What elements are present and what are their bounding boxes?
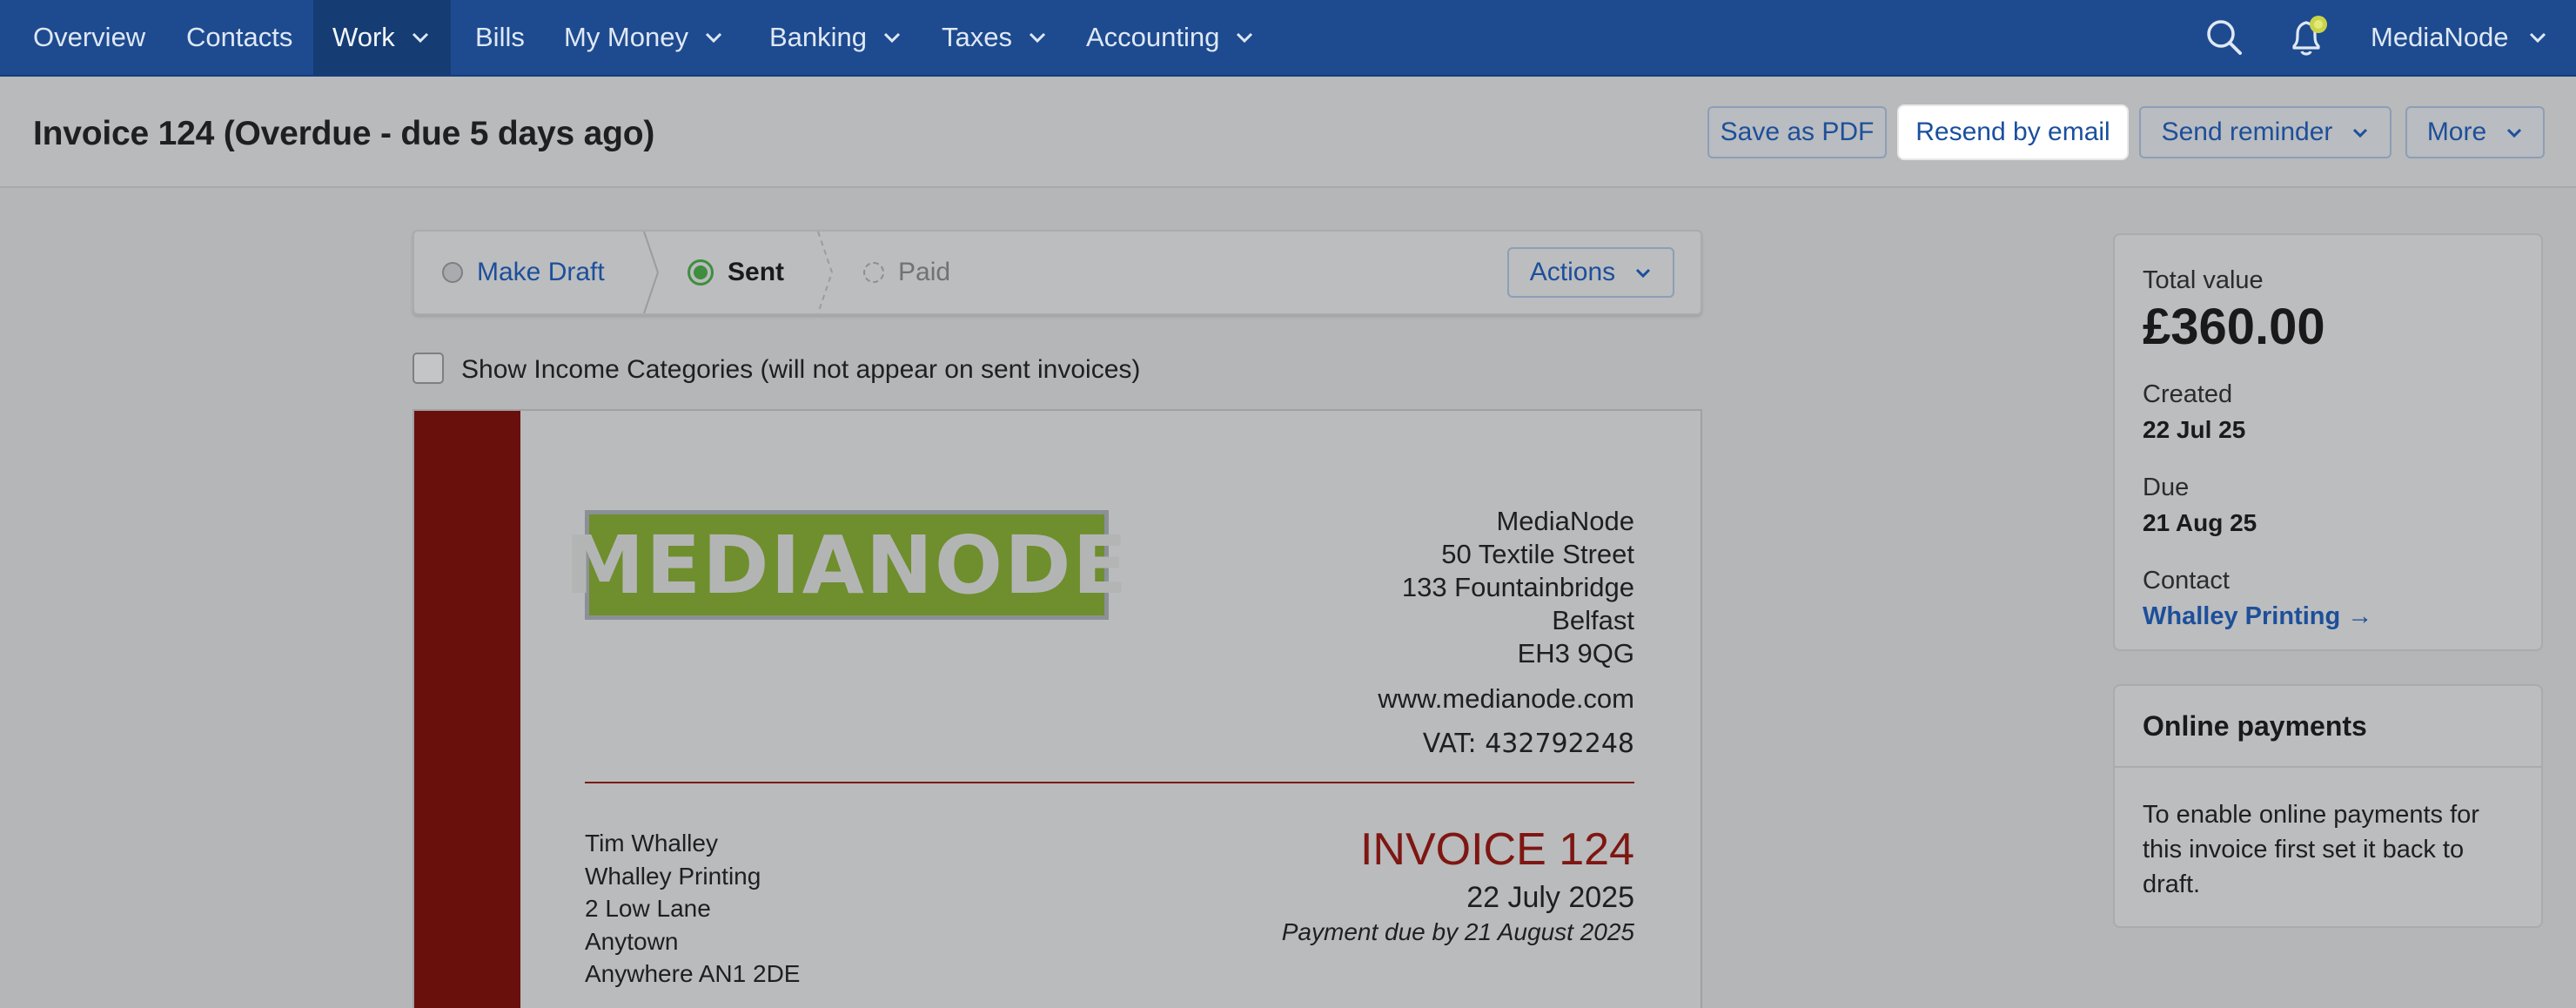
chevron-down-icon — [2351, 127, 2369, 138]
nav-overview[interactable]: Overview — [33, 0, 145, 75]
bell-icon[interactable] — [2287, 0, 2331, 75]
radio-empty-icon — [442, 262, 463, 283]
nav-accounting-label: Accounting — [1086, 22, 1220, 52]
company-logo-text: MEDIANODE — [564, 518, 1130, 612]
due-value: 21 Aug 25 — [2143, 509, 2257, 536]
step-sent-label: Sent — [728, 258, 785, 286]
created-value: 22 Jul 25 — [2143, 416, 2246, 443]
nav-bills-label: Bills — [475, 22, 525, 52]
user-menu[interactable]: MediaNode — [2371, 0, 2547, 75]
chevron-down-icon — [1235, 28, 1254, 47]
company-logo: MEDIANODE — [565, 510, 1127, 620]
created-label: Created — [2143, 380, 2233, 408]
due-label: Due — [2143, 474, 2190, 501]
step-make-draft-label: Make Draft — [477, 258, 605, 286]
nav-my-money[interactable]: My Money — [564, 0, 723, 75]
invoice-meta: INVOICE 124 22 July 2025 Payment due by … — [1282, 823, 1634, 947]
send-reminder-label: Send reminder — [2161, 118, 2333, 146]
resend-by-email-button[interactable]: Resend by email — [1899, 106, 2127, 158]
user-menu-label: MediaNode — [2371, 22, 2509, 52]
sender-postcode: EH3 9QG — [1517, 638, 1634, 669]
nav-contacts[interactable]: Contacts — [186, 0, 292, 75]
page-title: Invoice 124 (Overdue - due 5 days ago) — [33, 115, 655, 152]
radio-dashed-icon — [863, 262, 884, 283]
show-income-categories-label: Show Income Categories (will not appear … — [461, 355, 1141, 384]
nav-accounting[interactable]: Accounting — [1086, 0, 1254, 75]
invoice-status-bar: Make Draft Sent Paid Actions — [413, 230, 1702, 315]
sender-area: 133 Fountainbridge — [1401, 572, 1634, 602]
online-payments-panel: Online payments To enable online payment… — [2113, 684, 2543, 928]
invoice-preview: MEDIANODE MediaNode 50 Textile Street 13… — [413, 409, 1702, 1008]
show-income-categories-row: Show Income Categories (will not appear … — [413, 353, 1141, 385]
invoice-divider — [585, 782, 1634, 783]
step-paid: Paid — [863, 232, 950, 313]
show-income-categories-checkbox[interactable] — [413, 353, 444, 384]
nav-contacts-label: Contacts — [186, 22, 293, 52]
sender-city: Belfast — [1552, 605, 1634, 635]
radio-selected-icon — [688, 259, 714, 286]
total-value: £360.00 — [2143, 299, 2325, 355]
recipient-town: Anytown — [585, 927, 679, 955]
recipient-address: Tim Whalley Whalley Printing 2 Low Lane … — [585, 827, 800, 991]
contact-label: Contact — [2143, 567, 2230, 595]
invoice-number: INVOICE 124 — [1359, 824, 1634, 875]
sender-address: MediaNode 50 Textile Street 133 Fountain… — [1378, 505, 1634, 761]
nav-banking[interactable]: Banking — [769, 0, 902, 75]
more-label: More — [2426, 118, 2487, 146]
invoice-summary-panel: Total value £360.00 Created 22 Jul 25 Du… — [2113, 233, 2543, 651]
chevron-down-icon — [882, 28, 902, 47]
nav-work[interactable]: Work — [313, 0, 451, 75]
online-payments-text: To enable online payments for this invoi… — [2143, 801, 2479, 898]
nav-taxes[interactable]: Taxes — [942, 0, 1047, 75]
contact-link[interactable]: Whalley Printing → — [2143, 602, 2513, 631]
nav-work-label: Work — [332, 22, 395, 52]
chevron-down-icon — [2506, 127, 2523, 138]
step-paid-label: Paid — [898, 258, 951, 286]
nav-banking-label: Banking — [769, 22, 868, 52]
step-sent: Sent — [688, 232, 784, 313]
top-navigation: Overview Contacts Work Bills My Money Ba… — [0, 0, 2576, 77]
recipient-region: Anywhere AN1 2DE — [585, 960, 801, 987]
total-value-label: Total value — [2143, 266, 2264, 294]
chevron-down-icon — [411, 28, 430, 47]
nav-taxes-label: Taxes — [942, 22, 1012, 52]
search-icon[interactable] — [2205, 0, 2244, 75]
chevron-down-icon — [1028, 28, 1047, 47]
save-as-pdf-label: Save as PDF — [1720, 118, 1875, 146]
sender-street: 50 Textile Street — [1441, 539, 1634, 569]
chevron-down-icon — [1634, 267, 1652, 279]
nav-bills[interactable]: Bills — [475, 0, 525, 75]
recipient-street: 2 Low Lane — [585, 895, 711, 922]
save-as-pdf-button[interactable]: Save as PDF — [1707, 106, 1887, 158]
invoice-due-note: Payment due by 21 August 2025 — [1281, 918, 1634, 945]
invoice-date: 22 July 2025 — [1466, 881, 1634, 914]
online-payments-title: Online payments — [2115, 686, 2541, 768]
sender-vat: VAT: 432792248 — [1422, 729, 1634, 759]
invoice-accent-stripe — [414, 411, 520, 1008]
resend-by-email-label: Resend by email — [1915, 118, 2110, 146]
step-make-draft[interactable]: Make Draft — [442, 232, 605, 313]
sender-website: www.medianode.com — [1378, 683, 1634, 714]
actions-button[interactable]: Actions — [1507, 247, 1674, 298]
recipient-company: Whalley Printing — [585, 862, 761, 890]
actions-label: Actions — [1529, 258, 1616, 286]
chevron-down-icon — [2528, 31, 2547, 44]
sender-name: MediaNode — [1496, 506, 1634, 536]
nav-overview-label: Overview — [33, 22, 146, 52]
chevron-down-icon — [704, 28, 723, 47]
send-reminder-button[interactable]: Send reminder — [2139, 106, 2392, 158]
more-button[interactable]: More — [2405, 106, 2545, 158]
nav-my-money-label: My Money — [564, 22, 688, 52]
recipient-name: Tim Whalley — [585, 830, 718, 857]
